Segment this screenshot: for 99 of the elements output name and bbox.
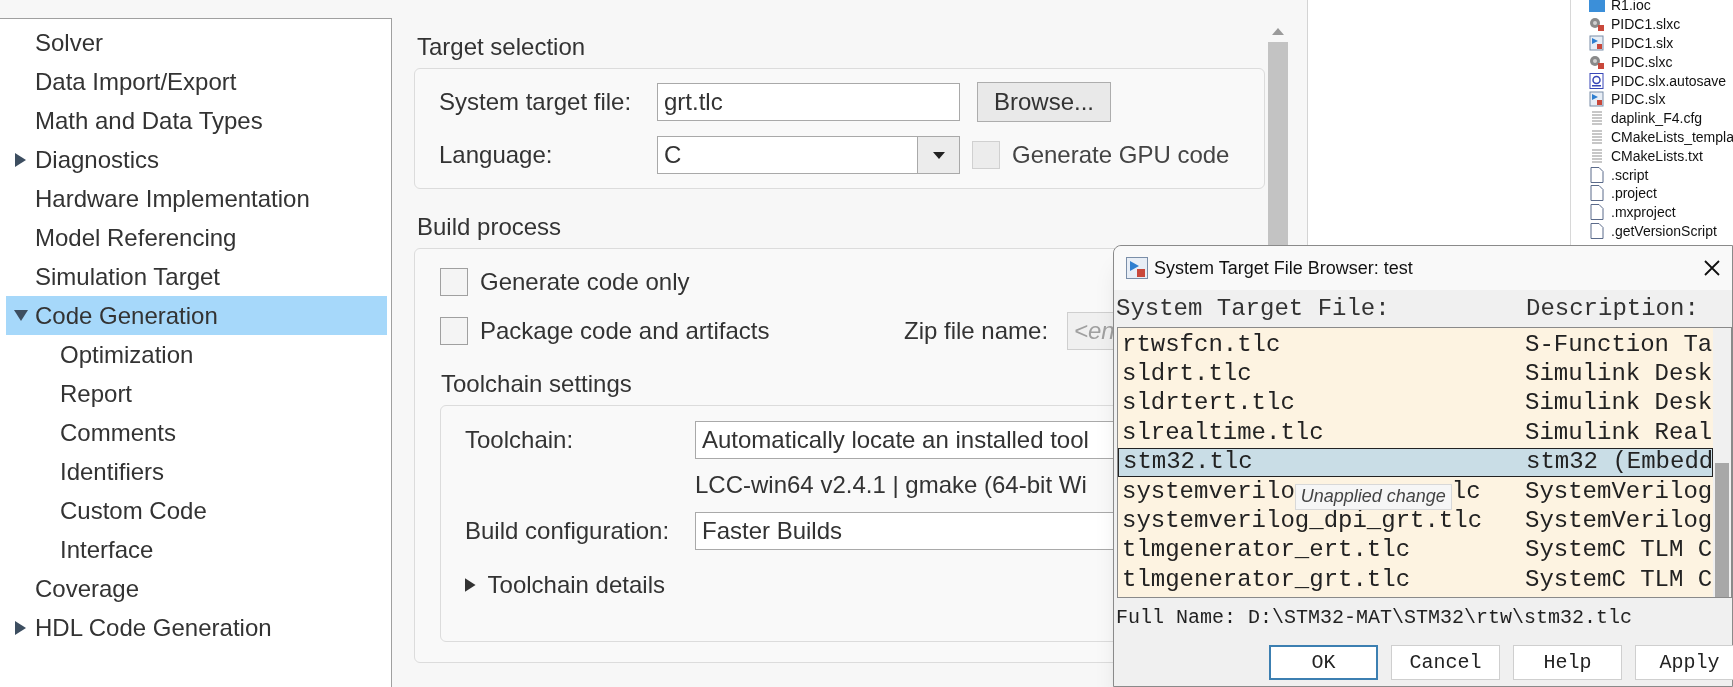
tree-item[interactable]: Code Generation — [6, 296, 387, 335]
tree-item[interactable]: Optimization — [6, 335, 387, 374]
text-file-icon — [1589, 147, 1605, 164]
section-title: Build process — [416, 213, 562, 241]
section-title: Target selection — [416, 33, 586, 61]
file-item[interactable]: .project — [1589, 183, 1733, 203]
file-item[interactable]: PIDC1.slx — [1589, 33, 1733, 53]
model-file-icon — [1589, 35, 1605, 51]
field-label: Language: — [439, 140, 554, 170]
list-row[interactable]: systemverilo Unapplied change lc SystemVerilog — [1118, 476, 1713, 507]
scrollbar-thumb[interactable] — [1715, 463, 1729, 597]
list-cell-text: SystemVerilog — [1525, 506, 1713, 537]
column-header: System Target File: — [1116, 293, 1391, 324]
checkbox-label: Package code and artifacts — [480, 316, 770, 346]
document-icon — [1589, 72, 1605, 89]
list-cell-text: rtwsfcn.tlc — [1122, 329, 1281, 360]
file-icon — [1589, 185, 1605, 202]
list-row[interactable]: rtwsfcn.tlc S-Function Ta — [1118, 330, 1713, 360]
file-item[interactable]: PIDC.slx.autosave — [1589, 71, 1733, 90]
dialog-button[interactable]: OK — [1269, 645, 1378, 680]
file-icon — [1589, 0, 1605, 14]
list-cell-text: sldrtert.tlc — [1122, 388, 1295, 419]
tree-item[interactable]: Hardware Implementation — [6, 179, 387, 218]
checkbox[interactable] — [440, 268, 468, 296]
field-label: Build configuration: — [465, 516, 671, 546]
tree-item[interactable]: Coverage — [6, 569, 387, 608]
file-icon — [1589, 222, 1605, 239]
tree-item[interactable]: Report — [6, 374, 387, 413]
list-cell-text: sldrt.tlc — [1122, 359, 1252, 390]
list-row[interactable]: stm32.tlc stm32 (Embedd — [1118, 447, 1713, 477]
text-file-icon — [1589, 110, 1605, 127]
scroll-up-icon — [1272, 27, 1284, 35]
list-row[interactable]: sldrtert.tlc Simulink Desk — [1118, 388, 1713, 419]
tree-item[interactable]: Data Import/Export — [6, 62, 387, 101]
tree-item[interactable]: HDL Code Generation — [6, 608, 387, 647]
checkbox-label: Generate code only — [480, 267, 690, 297]
expand-triangle-icon — [15, 620, 26, 635]
list-cell-text: SystemC TLM C — [1525, 535, 1713, 566]
dialog-button[interactable]: Help — [1513, 645, 1622, 680]
dropdown[interactable]: C — [657, 136, 960, 174]
dialog-button[interactable]: Cancel — [1391, 645, 1500, 680]
file-item[interactable]: PIDC.slx — [1589, 90, 1733, 109]
list-cell-text: Simulink Real — [1525, 417, 1713, 448]
expand-triangle-icon — [465, 578, 476, 592]
tree-item[interactable]: Comments — [6, 413, 387, 452]
model-file-icon — [1589, 91, 1605, 108]
checkbox-label: Generate GPU code — [1012, 140, 1230, 170]
file-item[interactable]: PIDC1.slxc — [1589, 14, 1733, 34]
tree-item[interactable]: Math and Data Types — [6, 101, 387, 140]
field-label: Toolchain: — [465, 425, 575, 455]
list-cell-text: systemverilo — [1122, 476, 1295, 507]
tree-item[interactable]: Custom Code — [6, 491, 387, 530]
tree-item[interactable]: Diagnostics — [6, 140, 387, 179]
column-header: Description: — [1526, 293, 1699, 324]
tree-item[interactable]: Solver — [6, 23, 387, 62]
file-item[interactable]: .mxproject — [1589, 202, 1733, 222]
list-cell-text: stm32 (Embedd — [1526, 447, 1714, 478]
file-icon — [1589, 204, 1605, 221]
full-name-text: Full Name: D:\STM32-MAT\STM32\rtw\stm32.tlc — [1115, 605, 1634, 631]
tree-item[interactable]: Interface — [6, 530, 387, 569]
file-item[interactable]: R1.ioc — [1589, 0, 1733, 15]
file-item[interactable]: daplink_F4.cfg — [1589, 108, 1733, 128]
file-item[interactable]: .script — [1589, 165, 1733, 184]
list-cell-text: tlmgenerator_grt.tlc — [1122, 564, 1411, 595]
list-cell-text: Simulink Desk — [1525, 359, 1713, 390]
file-item[interactable]: .getVersionScript — [1589, 221, 1733, 241]
list-cell-text: Simulink Desk — [1525, 388, 1713, 419]
section-title: Toolchain settings — [440, 370, 632, 398]
file-item[interactable]: PIDC.slxc — [1589, 52, 1733, 72]
checkbox[interactable] — [440, 317, 468, 345]
window-title: System Target File Browser: test — [1154, 256, 1413, 280]
file-icon — [1589, 166, 1605, 183]
list-cell-text: SystemVerilog — [1525, 476, 1713, 507]
scrollbar[interactable] — [1713, 328, 1731, 597]
list-cell-text: SystemC TLM C — [1525, 564, 1713, 595]
list-row[interactable]: sldrt.tlc Simulink Desk — [1118, 359, 1713, 389]
disclosure-toggle[interactable]: Toolchain details — [465, 570, 665, 600]
tree-item[interactable]: Model Referencing — [6, 218, 387, 257]
info-text: LCC-win64 v2.4.1 | gmake (64-bit Wi — [695, 471, 1087, 499]
close-icon — [1703, 259, 1721, 277]
browse-button[interactable]: Browse... — [977, 82, 1111, 122]
gear-file-icon — [1589, 16, 1605, 33]
tooltip: Unapplied change — [1294, 483, 1452, 510]
dialog-button[interactable]: Apply — [1635, 645, 1733, 680]
text-file-icon — [1589, 128, 1605, 145]
field-label: System target file: — [439, 87, 633, 117]
model-file-icon — [1126, 257, 1148, 279]
list-row[interactable]: tlmgenerator_grt.tlc SystemC TLM C — [1118, 565, 1713, 595]
file-item[interactable]: CMakeLists.txt — [1589, 146, 1733, 166]
expand-triangle-icon — [15, 152, 26, 167]
tree-item[interactable]: Simulation Target — [6, 257, 387, 296]
field-label: Zip file name: — [904, 316, 1050, 346]
gear-file-icon — [1589, 53, 1605, 70]
collapse-triangle-icon — [13, 310, 28, 321]
tree-item[interactable]: Identifiers — [6, 452, 387, 491]
list-cell-text: S-Function Ta — [1525, 329, 1713, 360]
input-field[interactable]: grt.tlc — [657, 83, 960, 121]
list-cell-text: lc — [1451, 476, 1481, 507]
caret-icon — [932, 151, 945, 159]
